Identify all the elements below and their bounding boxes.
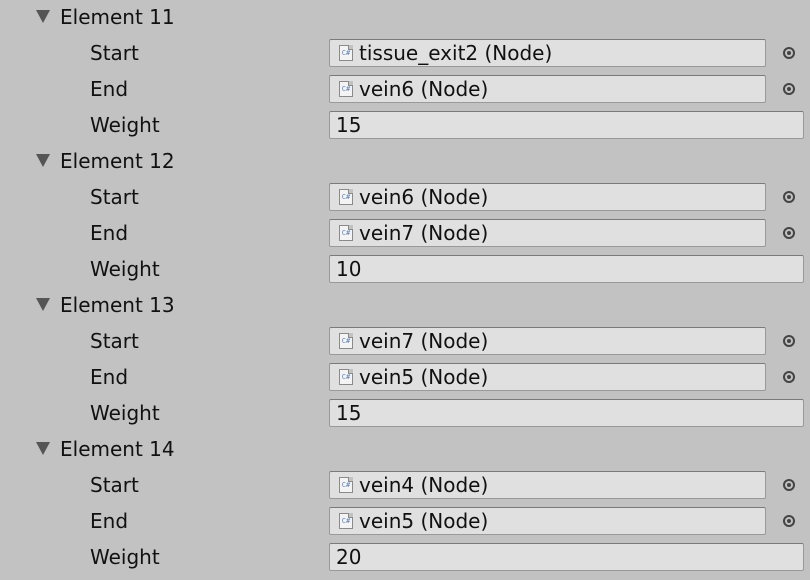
element-title: Element 12 bbox=[60, 149, 175, 173]
weight-input[interactable]: 20 bbox=[329, 543, 804, 571]
object-picker-icon[interactable] bbox=[783, 335, 795, 347]
weight-row: Weight 20 bbox=[0, 540, 810, 576]
end-value: vein7 (Node) bbox=[359, 221, 489, 245]
end-label: End bbox=[90, 77, 129, 101]
end-row: End C# vein6 (Node) bbox=[0, 72, 810, 108]
weight-label: Weight bbox=[90, 113, 160, 137]
list-element-12: Element 12 Start C# vein6 (Node) End C# … bbox=[0, 144, 810, 288]
end-value: vein5 (Node) bbox=[359, 365, 489, 389]
end-value: vein6 (Node) bbox=[359, 77, 489, 101]
list-element-14: Element 14 Start C# vein4 (Node) End C# … bbox=[0, 432, 810, 576]
end-object-field[interactable]: C# vein5 (Node) bbox=[329, 363, 766, 391]
weight-input[interactable]: 15 bbox=[329, 111, 804, 139]
end-label: End bbox=[90, 221, 129, 245]
object-picker-icon[interactable] bbox=[783, 479, 795, 491]
element-foldout-header[interactable]: Element 11 bbox=[0, 0, 810, 36]
weight-label: Weight bbox=[90, 257, 160, 281]
end-value: vein5 (Node) bbox=[359, 509, 489, 533]
element-title: Element 13 bbox=[60, 293, 175, 317]
start-row: Start C# vein6 (Node) bbox=[0, 180, 810, 216]
end-object-field[interactable]: C# vein5 (Node) bbox=[329, 507, 766, 535]
end-label: End bbox=[90, 365, 129, 389]
end-row: End C# vein5 (Node) bbox=[0, 360, 810, 396]
start-value: vein6 (Node) bbox=[359, 185, 489, 209]
csharp-script-icon: C# bbox=[339, 225, 353, 241]
weight-input[interactable]: 15 bbox=[329, 399, 804, 427]
csharp-script-icon: C# bbox=[339, 189, 353, 205]
csharp-script-icon: C# bbox=[339, 45, 353, 61]
start-value: vein4 (Node) bbox=[359, 473, 489, 497]
start-row: Start C# vein7 (Node) bbox=[0, 324, 810, 360]
weight-row: Weight 15 bbox=[0, 396, 810, 432]
start-value: tissue_exit2 (Node) bbox=[359, 41, 553, 65]
foldout-triangle-icon[interactable] bbox=[36, 298, 50, 311]
foldout-triangle-icon[interactable] bbox=[36, 154, 50, 167]
element-foldout-header[interactable]: Element 13 bbox=[0, 288, 810, 324]
start-object-field[interactable]: C# vein7 (Node) bbox=[329, 327, 766, 355]
object-picker-icon[interactable] bbox=[783, 47, 795, 59]
start-label: Start bbox=[90, 329, 139, 353]
object-picker-icon[interactable] bbox=[783, 83, 795, 95]
weight-row: Weight 10 bbox=[0, 252, 810, 288]
start-label: Start bbox=[90, 185, 139, 209]
csharp-script-icon: C# bbox=[339, 477, 353, 493]
foldout-triangle-icon[interactable] bbox=[36, 442, 50, 455]
end-row: End C# vein7 (Node) bbox=[0, 216, 810, 252]
start-row: Start C# vein4 (Node) bbox=[0, 468, 810, 504]
csharp-script-icon: C# bbox=[339, 81, 353, 97]
end-row: End C# vein5 (Node) bbox=[0, 504, 810, 540]
start-label: Start bbox=[90, 473, 139, 497]
csharp-script-icon: C# bbox=[339, 369, 353, 385]
end-object-field[interactable]: C# vein6 (Node) bbox=[329, 75, 766, 103]
element-title: Element 11 bbox=[60, 5, 175, 29]
weight-row: Weight 15 bbox=[0, 108, 810, 144]
object-picker-icon[interactable] bbox=[783, 371, 795, 383]
inspector-panel: Element 11 Start C# tissue_exit2 (Node) … bbox=[0, 0, 810, 580]
weight-label: Weight bbox=[90, 401, 160, 425]
foldout-triangle-icon[interactable] bbox=[36, 10, 50, 23]
csharp-script-icon: C# bbox=[339, 513, 353, 529]
end-label: End bbox=[90, 509, 129, 533]
object-picker-icon[interactable] bbox=[783, 227, 795, 239]
start-row: Start C# tissue_exit2 (Node) bbox=[0, 36, 810, 72]
object-picker-icon[interactable] bbox=[783, 515, 795, 527]
weight-input[interactable]: 10 bbox=[329, 255, 804, 283]
start-object-field[interactable]: C# vein4 (Node) bbox=[329, 471, 766, 499]
end-object-field[interactable]: C# vein7 (Node) bbox=[329, 219, 766, 247]
start-label: Start bbox=[90, 41, 139, 65]
weight-label: Weight bbox=[90, 545, 160, 569]
element-foldout-header[interactable]: Element 14 bbox=[0, 432, 810, 468]
start-object-field[interactable]: C# tissue_exit2 (Node) bbox=[329, 39, 766, 67]
start-object-field[interactable]: C# vein6 (Node) bbox=[329, 183, 766, 211]
start-value: vein7 (Node) bbox=[359, 329, 489, 353]
list-element-13: Element 13 Start C# vein7 (Node) End C# … bbox=[0, 288, 810, 432]
element-title: Element 14 bbox=[60, 437, 175, 461]
list-element-11: Element 11 Start C# tissue_exit2 (Node) … bbox=[0, 0, 810, 144]
csharp-script-icon: C# bbox=[339, 333, 353, 349]
element-foldout-header[interactable]: Element 12 bbox=[0, 144, 810, 180]
object-picker-icon[interactable] bbox=[783, 191, 795, 203]
